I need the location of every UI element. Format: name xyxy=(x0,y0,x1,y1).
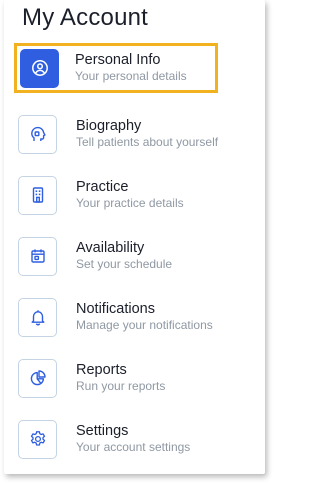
page-title: My Account xyxy=(22,4,149,31)
menu-item-label: Personal Info xyxy=(75,52,161,69)
menu-item-settings[interactable]: Settings Your account settings xyxy=(18,416,258,462)
menu-item-label: Reports xyxy=(76,362,127,379)
menu-item-label: Practice xyxy=(76,179,129,196)
user-circle-icon xyxy=(20,48,59,88)
menu-item-subtitle: Tell patients about yourself xyxy=(76,135,219,150)
head-icon xyxy=(18,114,57,154)
menu-item-label: Availability xyxy=(76,240,145,257)
menu-item-practice[interactable]: Practice Your practice details xyxy=(18,172,258,218)
menu-item-personal-info[interactable]: Personal Info Your personal details xyxy=(14,43,218,93)
account-menu-panel: My Account Personal Info Your personal d… xyxy=(4,0,265,474)
menu-item-subtitle: Set your schedule xyxy=(76,257,173,272)
building-icon xyxy=(18,175,57,215)
menu-item-subtitle: Your account settings xyxy=(76,440,191,455)
menu-item-subtitle: Your personal details xyxy=(75,69,187,84)
menu-item-reports[interactable]: Reports Run your reports xyxy=(18,355,258,401)
pie-chart-icon xyxy=(18,358,57,398)
menu-item-subtitle: Your practice details xyxy=(76,196,184,211)
bell-icon xyxy=(18,297,57,337)
menu-item-subtitle: Manage your notifications xyxy=(76,318,213,333)
menu-item-notifications[interactable]: Notifications Manage your notifications xyxy=(18,294,258,340)
menu-item-label: Biography xyxy=(76,118,142,135)
menu-item-subtitle: Run your reports xyxy=(76,379,166,394)
menu-item-availability[interactable]: Availability Set your schedule xyxy=(18,233,258,279)
calendar-icon xyxy=(18,236,57,276)
gear-icon xyxy=(18,419,57,459)
menu-item-biography[interactable]: Biography Tell patients about yourself xyxy=(18,111,258,157)
menu-item-label: Settings xyxy=(76,423,129,440)
menu-item-label: Notifications xyxy=(76,301,155,318)
